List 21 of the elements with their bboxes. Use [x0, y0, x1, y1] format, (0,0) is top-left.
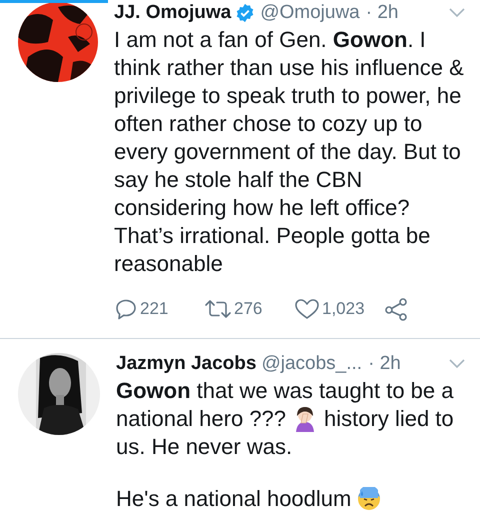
retweet-button[interactable]: 276: [204, 296, 294, 322]
heart-icon: [294, 296, 320, 321]
reply-icon: [114, 296, 138, 321]
tweet-text: us. He never was.: [116, 434, 292, 458]
tweet-text: national hero ???: [116, 404, 286, 432]
tweet-text: history lied to: [324, 404, 454, 432]
tweet-text: Gowon that we was taught to be a: [116, 378, 454, 402]
reply-button[interactable]: 221: [114, 296, 204, 322]
user-handle[interactable]: @Omojuwa: [260, 0, 360, 26]
chevron-down-icon[interactable]: [448, 358, 466, 370]
display-name[interactable]: JJ. Omojuwa: [114, 0, 232, 26]
anxious-face-emoji-icon: [357, 486, 382, 510]
timestamp: · 2h: [366, 1, 398, 25]
like-button[interactable]: 1,023: [294, 296, 384, 322]
tweet-text: I am not a fan of Gen. Gowon. I think rather than use his influence & privilege to speak truth to power, he often rather chose to cozy up to every government of the day. But to say he stole half the CBN considering how he left office? That’s irrational. People gotta be reasonable: [114, 27, 464, 276]
verified-badge-icon: [235, 3, 256, 23]
display-name[interactable]: Jazmyn Jacobs: [116, 350, 256, 376]
user-handle[interactable]: @jacobs_...: [261, 350, 362, 376]
chevron-down-icon[interactable]: [448, 7, 466, 19]
timestamp: · 2h: [368, 352, 401, 376]
tweet-text: He's a national hoodlum: [116, 484, 352, 512]
